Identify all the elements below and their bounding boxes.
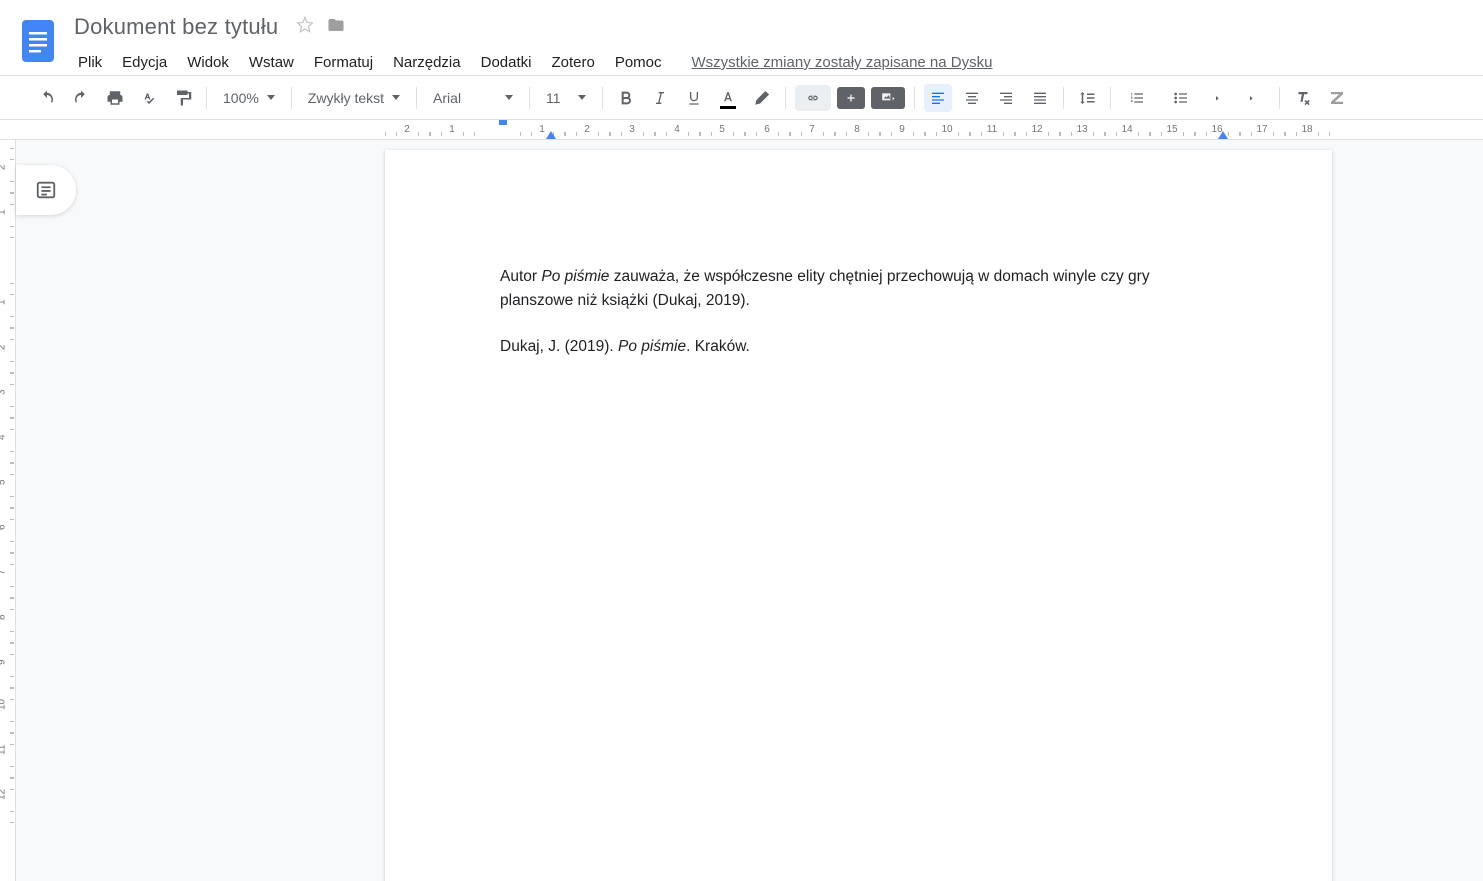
spellcheck-button[interactable] — [135, 84, 163, 112]
insert-link-button[interactable] — [795, 85, 831, 111]
ruler-tick: 11 — [0, 745, 8, 755]
menu-view[interactable]: Widok — [177, 48, 239, 77]
ruler-tick: 10 — [941, 124, 952, 135]
bold-button[interactable] — [612, 84, 640, 112]
menu-zotero[interactable]: Zotero — [541, 48, 604, 77]
paragraph[interactable]: Dukaj, J. (2019). Po piśmie. Kraków. — [500, 335, 1222, 359]
menu-addons[interactable]: Dodatki — [471, 48, 542, 77]
document-page[interactable]: Autor Po piśmie zauważa, że współczesne … — [385, 150, 1332, 881]
ruler-tick: 4 — [674, 124, 680, 135]
clear-formatting-button[interactable] — [1289, 84, 1317, 112]
ruler-tick: 12 — [0, 789, 8, 800]
underline-button[interactable] — [680, 84, 708, 112]
ruler-tick: 2 — [404, 124, 410, 135]
italic-button[interactable] — [646, 84, 674, 112]
ruler-tick: 1 — [449, 124, 455, 135]
ruler-tick: 9 — [0, 659, 8, 665]
insert-comment-button[interactable] — [837, 87, 865, 109]
highlight-color-button[interactable] — [748, 84, 776, 112]
undo-button[interactable] — [33, 84, 61, 112]
ruler-tick: 2 — [0, 344, 8, 350]
ruler-tick: 18 — [1301, 124, 1312, 135]
editor-area: 21123456789101112131415161718 2112345678… — [0, 120, 1483, 881]
redo-button[interactable] — [67, 84, 95, 112]
menu-help[interactable]: Pomoc — [605, 48, 672, 77]
outline-toggle-button[interactable] — [16, 165, 76, 215]
align-justify-button[interactable] — [1026, 84, 1054, 112]
zotero-toolbar-button[interactable] — [1323, 84, 1351, 112]
ruler-tick: 8 — [0, 614, 8, 620]
app-header: Dokument bez tytułu Plik Edycja Widok Ws… — [0, 0, 1483, 76]
left-indent-marker[interactable] — [545, 130, 557, 140]
align-left-button[interactable] — [924, 84, 952, 112]
save-status[interactable]: Wszystkie zmiany zostały zapisane na Dys… — [682, 48, 1003, 77]
menu-tools[interactable]: Narzędzia — [383, 48, 471, 77]
menu-file[interactable]: Plik — [68, 48, 112, 77]
toolbar: 100% Zwykły tekst Arial 11 — [0, 76, 1483, 120]
ruler-tick: 11 — [987, 124, 997, 135]
ruler-tick: 1 — [539, 124, 545, 135]
zoom-dropdown[interactable]: 100% — [213, 84, 285, 112]
first-line-indent-marker[interactable] — [497, 120, 509, 128]
ruler-tick: 1 — [0, 299, 8, 305]
ruler-tick: 15 — [1166, 124, 1177, 135]
ruler-tick: 6 — [764, 124, 770, 135]
menu-format[interactable]: Formatuj — [304, 48, 383, 77]
ruler-tick: 12 — [1031, 124, 1042, 135]
ruler-tick: 7 — [809, 124, 815, 135]
ruler-tick: 7 — [0, 569, 8, 575]
paint-format-button[interactable] — [169, 84, 197, 112]
bulleted-list-button[interactable] — [1164, 84, 1202, 112]
folder-icon[interactable] — [326, 16, 346, 39]
ruler-tick: 17 — [1256, 124, 1267, 135]
increase-indent-button[interactable] — [1242, 84, 1270, 112]
document-body[interactable]: Autor Po piśmie zauważa, że współczesne … — [385, 150, 1332, 359]
insert-image-button[interactable] — [871, 87, 905, 109]
ruler-tick: 2 — [0, 164, 8, 170]
menu-insert[interactable]: Wstaw — [239, 48, 304, 77]
decrease-indent-button[interactable] — [1208, 84, 1236, 112]
vertical-ruler[interactable]: 21123456789101112 — [0, 140, 16, 881]
ruler-tick: 3 — [629, 124, 635, 135]
print-button[interactable] — [101, 84, 129, 112]
align-center-button[interactable] — [958, 84, 986, 112]
document-title[interactable]: Dokument bez tytułu — [68, 12, 284, 42]
ruler-tick: 9 — [899, 124, 905, 135]
ruler-tick: 1 — [0, 209, 8, 215]
ruler-tick: 5 — [0, 479, 8, 485]
horizontal-ruler[interactable]: 21123456789101112131415161718 — [0, 120, 1483, 140]
ruler-tick: 10 — [0, 699, 8, 710]
ruler-tick: 13 — [1076, 124, 1087, 135]
ruler-tick: 6 — [0, 524, 8, 530]
font-size-dropdown[interactable]: 11 — [536, 84, 596, 112]
line-spacing-button[interactable] — [1073, 84, 1101, 112]
menu-bar: Plik Edycja Widok Wstaw Formatuj Narzędz… — [68, 48, 1002, 77]
paragraph-style-dropdown[interactable]: Zwykły tekst — [298, 84, 410, 112]
ruler-tick: 5 — [719, 124, 725, 135]
ruler-tick: 8 — [854, 124, 860, 135]
text-color-button[interactable] — [714, 84, 742, 112]
right-indent-marker[interactable] — [1217, 130, 1229, 143]
font-family-dropdown[interactable]: Arial — [423, 84, 523, 112]
star-icon[interactable] — [296, 16, 314, 39]
align-right-button[interactable] — [992, 84, 1020, 112]
menu-edit[interactable]: Edycja — [112, 48, 177, 77]
ruler-tick: 3 — [0, 389, 8, 395]
docs-logo[interactable] — [18, 14, 58, 68]
ruler-tick: 4 — [0, 434, 8, 440]
ruler-tick: 14 — [1121, 124, 1132, 135]
paragraph[interactable]: Autor Po piśmie zauważa, że współczesne … — [500, 265, 1222, 313]
ruler-tick: 2 — [584, 124, 590, 135]
numbered-list-button[interactable] — [1120, 84, 1158, 112]
